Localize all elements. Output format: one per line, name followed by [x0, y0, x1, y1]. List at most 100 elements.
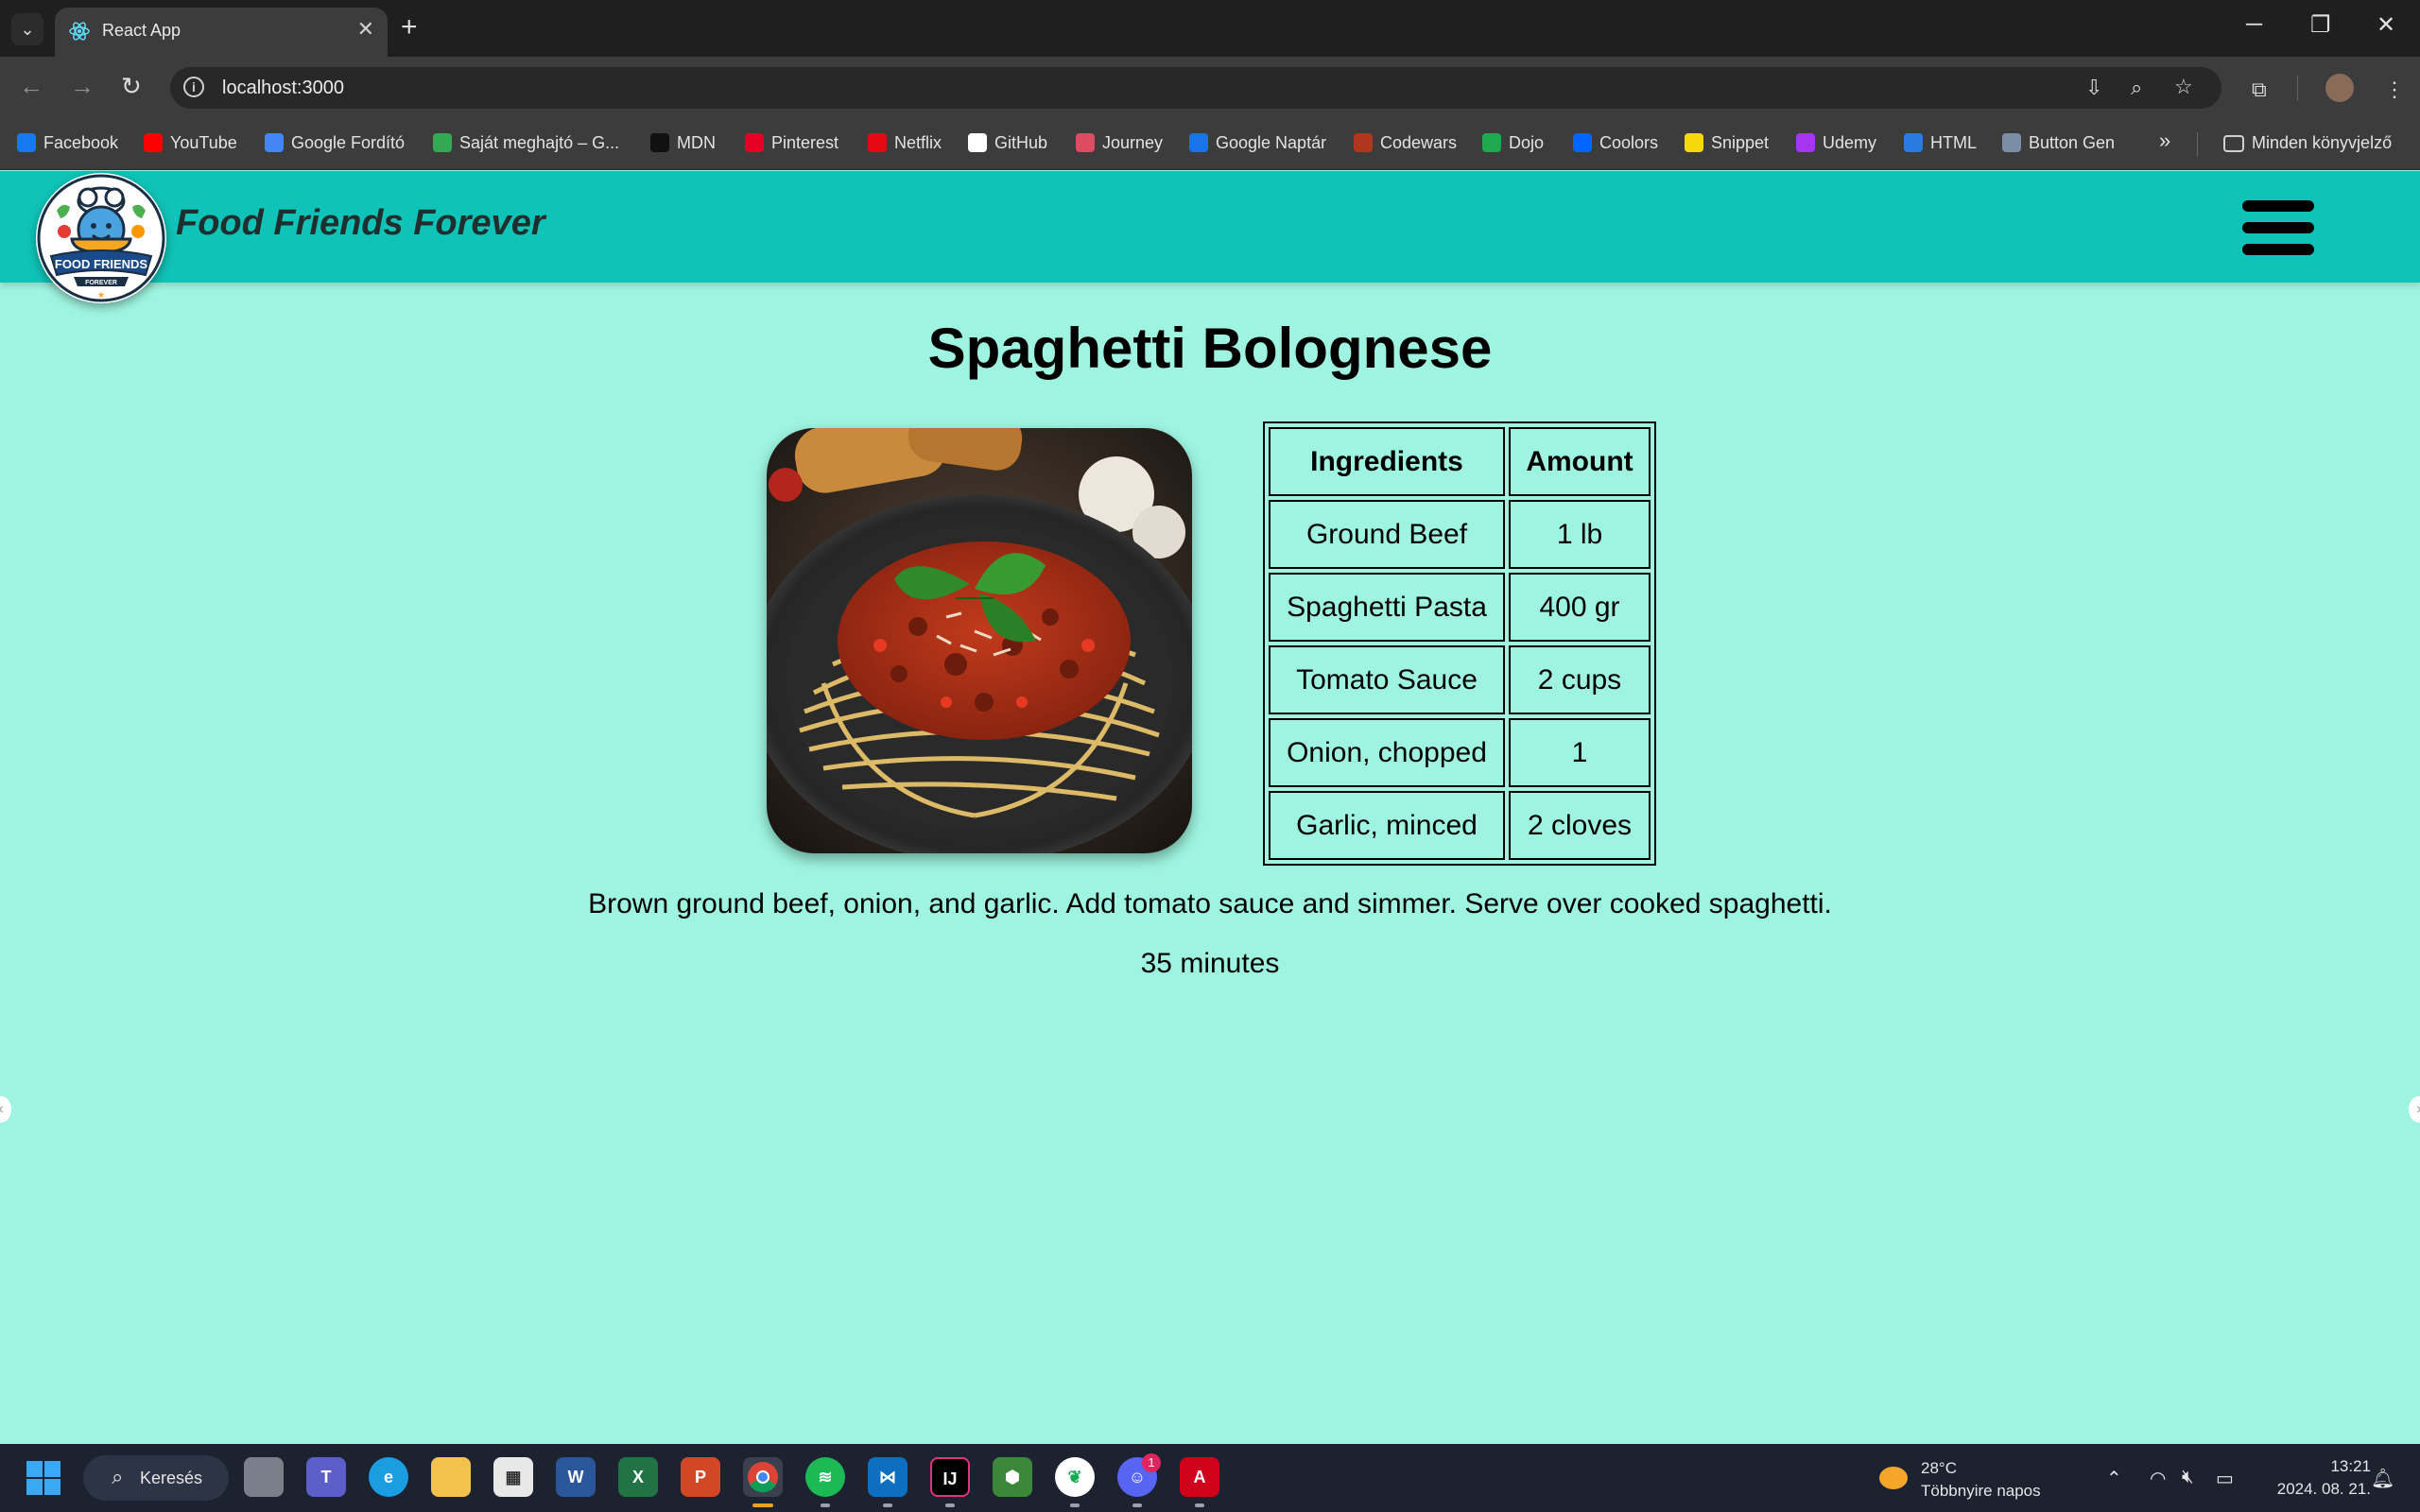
url-text: localhost:3000	[222, 77, 344, 98]
powerpoint-icon[interactable]: P	[681, 1457, 720, 1497]
notification-badge: 1	[1142, 1453, 1161, 1472]
task-view-icon[interactable]	[244, 1457, 284, 1497]
address-bar[interactable]: i localhost:3000 ⇩ ⌕ ☆	[170, 67, 2221, 109]
word-icon[interactable]: W	[556, 1457, 596, 1497]
restore-icon[interactable]: ❐	[2310, 11, 2331, 39]
microsoft-store-icon[interactable]: ▦	[493, 1457, 533, 1497]
carousel-next-icon[interactable]: ›	[2409, 1096, 2420, 1123]
spotify-icon[interactable]: ≋	[805, 1457, 845, 1497]
ingredient-name: Spaghetti Pasta	[1269, 573, 1505, 642]
weather-condition: Többnyire napos	[1921, 1482, 2041, 1500]
carousel-prev-icon[interactable]: ‹	[0, 1096, 11, 1123]
recipe-photo	[767, 428, 1192, 853]
site-info-icon[interactable]: i	[183, 77, 204, 97]
bookmark-snippet[interactable]: Snippet	[1685, 133, 1769, 153]
tray-overflow-icon[interactable]: ⌃	[2106, 1467, 2122, 1490]
browser-tab-active[interactable]: React App ✕	[55, 8, 388, 57]
codewars-icon	[1354, 133, 1373, 152]
brand-name[interactable]: Food Friends Forever	[176, 203, 545, 244]
app-logo[interactable]: FOOD FRIENDS FOREVER ★	[36, 173, 166, 303]
bookmarks-bar: Facebook YouTube Google Fordító Saját me…	[0, 119, 2420, 170]
more-bookmarks-icon[interactable]: »	[2159, 129, 2170, 153]
browser-tab-bar: ⌄ React App ✕ + ─ ❐ ✕	[0, 0, 2420, 57]
running-app-indicator	[1070, 1503, 1080, 1507]
mongodb-icon[interactable]: ❦	[1055, 1457, 1095, 1497]
running-app-indicator	[821, 1503, 830, 1507]
excel-icon[interactable]: X	[618, 1457, 658, 1497]
ingredient-amount: 400 gr	[1509, 573, 1651, 642]
bookmark-netflix[interactable]: Netflix	[868, 133, 942, 153]
bookmark-google-drive[interactable]: Saját meghajtó – G...	[433, 133, 619, 153]
weather-temperature: 28°C	[1921, 1459, 1957, 1477]
bookmark-youtube[interactable]: YouTube	[144, 133, 237, 153]
ingredient-amount: 1	[1509, 718, 1651, 787]
back-icon[interactable]: ←	[19, 72, 43, 101]
extensions-icon[interactable]: ⧉	[2252, 77, 2267, 102]
bookmark-dojo[interactable]: Dojo	[1482, 133, 1544, 153]
table-row: Ground Beef 1 lb	[1269, 500, 1651, 569]
file-explorer-icon[interactable]	[431, 1457, 471, 1497]
bookmark-mdn[interactable]: MDN	[650, 133, 716, 153]
install-app-icon[interactable]: ⇩	[2085, 76, 2102, 100]
ingredients-column-header: Ingredients	[1269, 427, 1505, 496]
clock-time: 13:21	[2330, 1457, 2371, 1475]
nodejs-icon[interactable]: ⬢	[993, 1457, 1032, 1497]
all-bookmarks-folder[interactable]: Minden könyvjelző	[2223, 133, 2392, 153]
bookmark-facebook[interactable]: Facebook	[17, 133, 118, 153]
notifications-bell-icon[interactable]: 🔔︎	[2371, 1467, 2394, 1490]
journey-icon	[1076, 133, 1095, 152]
vscode-icon[interactable]: ⋈	[868, 1457, 908, 1497]
acrobat-icon[interactable]: A	[1180, 1457, 1219, 1497]
menu-bar-bottom	[2242, 244, 2314, 255]
windows-taskbar: ⌕ Keresés T e ▦ W X P ≋ ⋈ IJ ⬢ ❦ ☺ 1 A 2…	[0, 1444, 2420, 1512]
bookmark-html[interactable]: HTML	[1904, 133, 1977, 153]
wifi-icon[interactable]: ◠	[2150, 1467, 2166, 1490]
spaghetti-bolognese-image	[767, 428, 1192, 853]
speaker-muted-icon[interactable]: 🔇︎	[2182, 1467, 2194, 1488]
reload-icon[interactable]: ↻	[121, 72, 142, 101]
browser-menu-icon[interactable]: ⋮	[2384, 77, 2405, 102]
intellij-icon[interactable]: IJ	[930, 1457, 970, 1497]
snippet-icon	[1685, 133, 1703, 152]
amount-column-header: Amount	[1509, 427, 1651, 496]
hamburger-menu-icon[interactable]	[2242, 200, 2314, 255]
battery-icon[interactable]: ▭	[2216, 1467, 2234, 1490]
windows-start-icon[interactable]	[26, 1461, 60, 1495]
zoom-icon[interactable]: ⌕	[2131, 76, 2142, 100]
profile-avatar[interactable]	[2325, 74, 2354, 102]
ingredient-amount: 1 lb	[1509, 500, 1651, 569]
bookmark-google-translate[interactable]: Google Fordító	[265, 133, 405, 153]
bookmark-udemy[interactable]: Udemy	[1796, 133, 1876, 153]
html-icon	[1904, 133, 1923, 152]
ingredient-name: Onion, chopped	[1269, 718, 1505, 787]
teams-icon[interactable]: T	[306, 1457, 346, 1497]
table-row: Onion, chopped 1	[1269, 718, 1651, 787]
forward-icon[interactable]: →	[70, 72, 95, 101]
edge-icon[interactable]: e	[369, 1457, 408, 1497]
bookmark-codewars[interactable]: Codewars	[1354, 133, 1457, 153]
system-clock[interactable]: 13:21 2024. 08. 21.	[2261, 1455, 2371, 1501]
bookmark-button-gen[interactable]: Button Gen	[2002, 133, 2115, 153]
ingredient-amount: 2 cups	[1509, 645, 1651, 714]
search-icon: ⌕	[112, 1465, 124, 1488]
ingredient-name: Tomato Sauce	[1269, 645, 1505, 714]
react-icon	[69, 22, 90, 41]
bookmark-github[interactable]: GitHub	[968, 133, 1047, 153]
new-tab-button[interactable]: +	[401, 11, 418, 43]
close-window-icon[interactable]: ✕	[2377, 11, 2395, 39]
menu-bar-middle	[2242, 222, 2314, 233]
bookmark-star-icon[interactable]: ☆	[2174, 75, 2193, 99]
tab-list-button[interactable]: ⌄	[11, 13, 43, 45]
facebook-icon	[17, 133, 36, 152]
folder-icon	[2223, 135, 2244, 152]
minimize-icon[interactable]: ─	[2246, 11, 2262, 38]
chrome-icon[interactable]	[743, 1457, 783, 1497]
bookmark-coolors[interactable]: Coolors	[1573, 133, 1658, 153]
svg-text:FOOD FRIENDS: FOOD FRIENDS	[55, 257, 148, 271]
netflix-icon	[868, 133, 887, 152]
close-tab-icon[interactable]: ✕	[357, 17, 374, 42]
taskbar-search[interactable]: ⌕ Keresés	[83, 1455, 229, 1501]
bookmark-google-calendar[interactable]: Google Naptár	[1189, 133, 1326, 153]
bookmark-journey[interactable]: Journey	[1076, 133, 1163, 153]
bookmark-pinterest[interactable]: Pinterest	[745, 133, 838, 153]
